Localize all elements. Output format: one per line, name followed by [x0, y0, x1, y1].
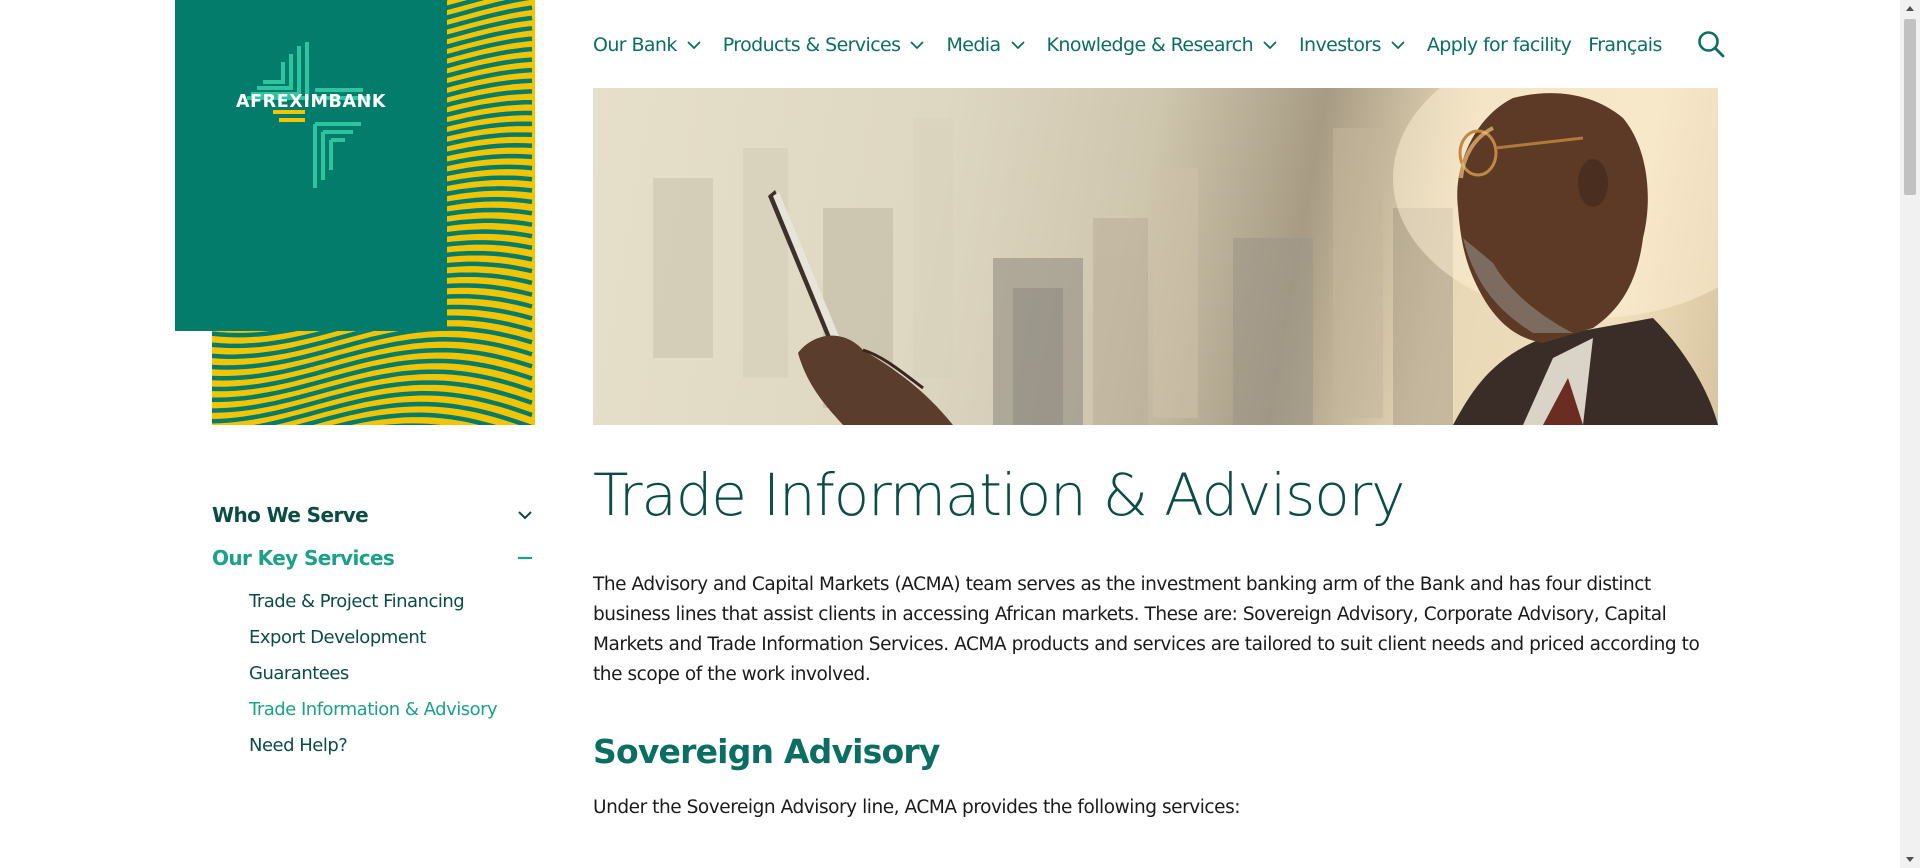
- nav-media[interactable]: Media: [946, 34, 1025, 56]
- nav-label: Our Bank: [593, 34, 677, 56]
- nav-products-services[interactable]: Products & Services: [723, 34, 925, 56]
- search-button[interactable]: [1697, 30, 1725, 58]
- chevron-down-icon: [1263, 40, 1277, 49]
- chevron-down-icon: [518, 511, 532, 520]
- nav-label: Media: [946, 34, 1001, 56]
- triangle-up-icon: [1906, 6, 1914, 11]
- site-logo[interactable]: AFREXIMBANK: [175, 0, 447, 331]
- logo-mark-icon: [247, 42, 371, 188]
- section-heading-sovereign-advisory: Sovereign Advisory: [593, 732, 940, 771]
- search-icon: [1698, 31, 1725, 58]
- sidebar-section-our-key-services[interactable]: Our Key Services: [212, 543, 535, 573]
- sidebar-item-need-help[interactable]: Need Help?: [249, 728, 535, 764]
- scroll-up-button[interactable]: [1900, 0, 1920, 17]
- chevron-down-icon: [1391, 40, 1405, 49]
- nav-label: Apply for facility: [1426, 34, 1572, 56]
- sidebar-sub-list: Trade & Project Financing Export Develop…: [249, 584, 535, 764]
- main-nav: Our Bank Products & Services Media Knowl…: [593, 30, 1679, 60]
- chevron-down-icon: [910, 40, 925, 49]
- sidebar-item-trade-project-financing[interactable]: Trade & Project Financing: [249, 584, 535, 620]
- intro-paragraph: The Advisory and Capital Markets (ACMA) …: [593, 574, 1700, 685]
- chevron-down-icon: [1010, 40, 1025, 49]
- nav-label: Knowledge & Research: [1046, 34, 1254, 56]
- chevron-down-icon: [687, 40, 701, 49]
- sidebar-item-guarantees[interactable]: Guarantees: [249, 656, 535, 692]
- scroll-down-button[interactable]: [1900, 851, 1920, 868]
- nav-investors[interactable]: Investors: [1299, 34, 1405, 56]
- sidebar-item-trade-information-advisory[interactable]: Trade Information & Advisory: [249, 692, 535, 728]
- main-content: Trade Information & Advisory The Advisor…: [593, 460, 1718, 822]
- logo-wordmark: AFREXIMBANK: [235, 92, 387, 112]
- nav-knowledge-research[interactable]: Knowledge & Research: [1047, 34, 1278, 56]
- triangle-down-icon: [1906, 857, 1914, 862]
- nav-our-bank[interactable]: Our Bank: [593, 34, 701, 56]
- nav-label: Investors: [1299, 34, 1381, 56]
- nav-label: Français: [1588, 34, 1662, 56]
- nav-language-french[interactable]: Français: [1588, 34, 1662, 56]
- page-title: Trade Information & Advisory: [593, 461, 1405, 529]
- scroll-thumb[interactable]: [1904, 19, 1916, 195]
- sidebar-section-label: Our Key Services: [212, 546, 395, 570]
- sidebar-section-who-we-serve[interactable]: Who We Serve: [212, 500, 535, 530]
- page-scrollbar[interactable]: [1900, 0, 1920, 868]
- sidebar-nav: Who We Serve Our Key Services Trade & Pr…: [212, 500, 535, 764]
- hero-image: [593, 88, 1718, 425]
- nav-apply-facility[interactable]: Apply for facility: [1426, 34, 1572, 56]
- sidebar-section-label: Who We Serve: [212, 503, 369, 527]
- sidebar-item-export-development[interactable]: Export Development: [249, 620, 535, 656]
- nav-label: Products & Services: [722, 34, 901, 56]
- section-paragraph: Under the Sovereign Advisory line, ACMA …: [593, 797, 1241, 818]
- minus-icon: [518, 556, 532, 560]
